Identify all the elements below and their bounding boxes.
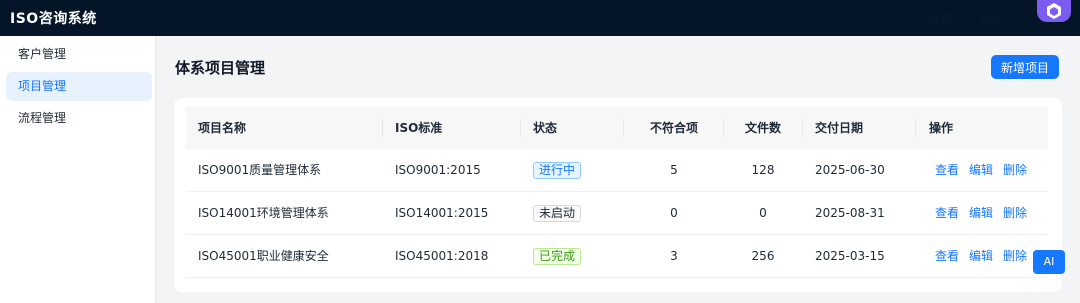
column-divider	[520, 119, 521, 137]
view-link[interactable]: 查看	[935, 163, 959, 177]
column-header-name: 项目名称	[198, 121, 247, 135]
nonconformity-count: 3	[670, 249, 678, 263]
column-header-nonconformities: 不符合项	[649, 121, 698, 135]
settings-link[interactable]: 设置	[928, 10, 952, 27]
hexagon-logo-icon[interactable]	[1037, 0, 1071, 22]
file-count: 256	[751, 249, 775, 263]
top-navigation-bar: ISO咨询系统 设置 帮助	[0, 0, 1080, 36]
help-link[interactable]: 帮助	[979, 10, 1003, 27]
table-row: ISO9001质量管理体系 ISO9001:2015 进行中 5 128 202…	[186, 149, 1048, 192]
sidebar-item-customers[interactable]: 客户管理	[6, 40, 152, 69]
delete-link[interactable]: 删除	[1003, 163, 1027, 177]
nonconformity-count: 0	[670, 206, 678, 220]
column-divider	[915, 119, 916, 137]
due-date: 2025-08-31	[815, 206, 885, 220]
due-date: 2025-03-15	[815, 249, 885, 263]
file-count: 128	[751, 163, 775, 177]
column-header-due-date: 交付日期	[815, 121, 864, 135]
project-name: ISO14001环境管理体系	[198, 206, 329, 220]
add-project-button[interactable]: 新增项目	[991, 55, 1059, 79]
table-header: 项目名称 ISO标准 状态 不符合项 文件数 交付日期 操作	[186, 107, 1048, 149]
table-row: ISO45001职业健康安全 ISO45001:2018 已完成 3 256 2…	[186, 235, 1048, 278]
iso-standard: ISO9001:2015	[395, 163, 481, 177]
column-header-files: 文件数	[744, 121, 781, 135]
edit-link[interactable]: 编辑	[969, 206, 993, 220]
column-divider	[382, 119, 383, 137]
column-header-standard: ISO标准	[395, 121, 443, 135]
app-title: ISO咨询系统	[10, 11, 97, 27]
file-count: 0	[759, 206, 767, 220]
edit-link[interactable]: 编辑	[969, 249, 993, 263]
table-row: ISO14001环境管理体系 ISO14001:2015 未启动 0 0 202…	[186, 192, 1048, 235]
status-badge: 已完成	[533, 248, 582, 265]
status-badge: 未启动	[533, 205, 582, 222]
edit-link[interactable]: 编辑	[969, 163, 993, 177]
page-title: 体系项目管理	[175, 59, 266, 77]
sidebar-item-projects[interactable]: 项目管理	[6, 72, 152, 101]
delete-link[interactable]: 删除	[1003, 206, 1027, 220]
view-link[interactable]: 查看	[935, 249, 959, 263]
sidebar: 客户管理 项目管理 流程管理	[0, 36, 156, 303]
project-name: ISO45001职业健康安全	[198, 249, 329, 263]
column-header-actions: 操作	[929, 121, 954, 135]
nonconformity-count: 5	[670, 163, 678, 177]
delete-link[interactable]: 删除	[1003, 249, 1027, 263]
iso-standard: ISO14001:2015	[395, 206, 489, 220]
sidebar-item-workflows[interactable]: 流程管理	[6, 104, 152, 133]
due-date: 2025-06-30	[815, 163, 885, 177]
view-link[interactable]: 查看	[935, 206, 959, 220]
status-badge: 进行中	[533, 162, 582, 179]
project-name: ISO9001质量管理体系	[198, 163, 322, 177]
ai-assistant-button[interactable]: AI	[1033, 250, 1065, 274]
column-divider	[802, 119, 803, 137]
iso-standard: ISO45001:2018	[395, 249, 489, 263]
column-header-status: 状态	[533, 121, 558, 135]
